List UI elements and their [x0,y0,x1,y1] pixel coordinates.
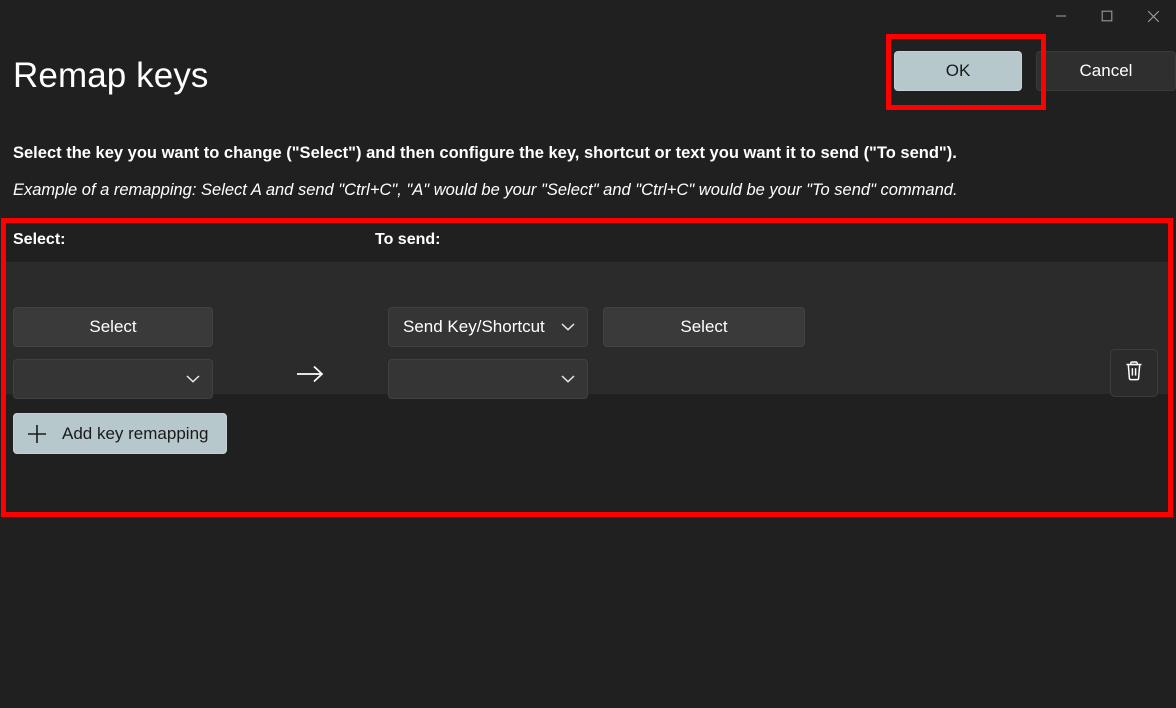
send-key-dropdown[interactable] [388,359,588,399]
remap-column-headers: Select: To send: [4,221,1171,262]
arrow-right-icon [296,359,326,389]
minimize-button[interactable] [1038,0,1084,32]
select-key-dropdown[interactable] [13,359,213,399]
description-primary: Select the key you want to change ("Sele… [13,144,957,162]
select-key-button[interactable]: Select [13,307,213,347]
page-title: Remap keys [13,56,209,95]
chevron-down-icon [561,375,575,384]
maximize-button[interactable] [1084,0,1130,32]
chevron-down-icon [561,323,575,332]
trash-icon [1123,359,1145,387]
plus-icon [26,423,48,445]
window-controls [1038,0,1176,32]
minimize-icon [1055,10,1067,22]
description-example: Example of a remapping: Select A and sen… [13,181,958,199]
close-icon [1147,10,1160,23]
column-header-to-send: To send: [375,231,441,248]
dialog-action-buttons: OK Cancel [894,51,1176,91]
remap-row: Select Send Key/Shortcut Select [4,262,1171,399]
send-type-dropdown[interactable]: Send Key/Shortcut [388,307,588,347]
send-key-select-button[interactable]: Select [603,307,805,347]
cancel-button[interactable]: Cancel [1036,51,1176,91]
delete-row-button[interactable] [1110,349,1158,397]
remap-panel: Select: To send: Select Send Key/Shortcu… [4,221,1171,516]
column-header-select: Select: [13,231,66,248]
maximize-icon [1101,10,1113,22]
send-type-dropdown-value: Send Key/Shortcut [403,317,545,336]
add-key-remapping-button[interactable]: Add key remapping [13,413,228,454]
close-button[interactable] [1130,0,1176,32]
title-bar [0,0,1176,32]
chevron-down-icon [186,375,200,384]
ok-button[interactable]: OK [894,51,1022,91]
add-key-remapping-label: Add key remapping [62,423,209,443]
